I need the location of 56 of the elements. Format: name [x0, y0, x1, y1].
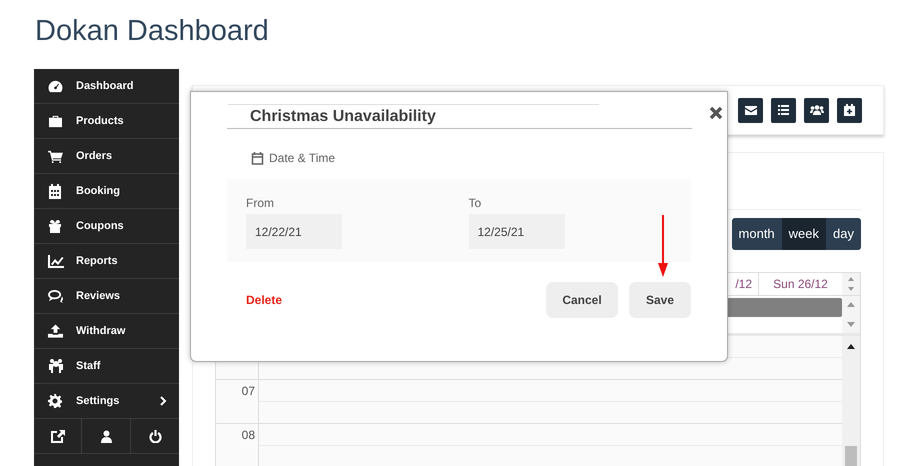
- users-icon: [810, 105, 824, 115]
- close-icon: [709, 106, 723, 120]
- arrow-annotation: [657, 215, 669, 277]
- calendar-plus-icon: [844, 104, 855, 116]
- toolbar-button[interactable]: [837, 98, 862, 122]
- close-button[interactable]: [709, 106, 723, 120]
- dialog-title: Christmas Unavailability: [250, 106, 436, 126]
- sidebar-item[interactable]: Withdraw: [34, 314, 179, 349]
- sidebar-item[interactable]: Dashboard: [34, 69, 179, 104]
- gauge-icon: [48, 80, 63, 92]
- scroll-down-icon: [847, 322, 855, 327]
- briefcase-icon: [48, 114, 63, 128]
- calendar-icon: [48, 184, 62, 198]
- power-icon: [148, 430, 162, 442]
- day-header: /12: [735, 276, 752, 293]
- line-chart-icon: [48, 254, 64, 268]
- section-label: Date & Time: [269, 150, 336, 167]
- sidebar-item[interactable]: Reviews: [34, 279, 179, 314]
- toolbar-button[interactable]: [771, 98, 796, 122]
- view-tab[interactable]: day: [826, 218, 861, 250]
- list-icon: [778, 105, 789, 115]
- sidebar-item[interactable]: Settings: [34, 384, 179, 419]
- upload-icon: [48, 324, 63, 338]
- sidebar-item[interactable]: Staff: [34, 349, 179, 384]
- sidebar-item[interactable]: Reports: [34, 244, 179, 279]
- date-field[interactable]: 12/25/21: [468, 214, 564, 249]
- sidebar-item[interactable]: Products: [34, 104, 179, 139]
- hour-label: 07: [242, 384, 255, 398]
- date-field[interactable]: 12/22/21: [246, 214, 342, 249]
- settings-icon: [48, 394, 62, 408]
- sidebar-item[interactable]: Orders: [34, 139, 179, 174]
- speech-bubbles-icon: [48, 290, 63, 302]
- view-tab[interactable]: month: [732, 218, 782, 250]
- external-link-icon: [50, 430, 64, 442]
- cancel-button[interactable]: Cancel: [546, 282, 618, 318]
- hour-label: 08: [242, 428, 255, 442]
- field-label: From: [246, 196, 275, 210]
- day-header: Sun 26/12: [773, 276, 828, 293]
- users-icon: [48, 359, 64, 373]
- scroll-arrows-icon: [847, 276, 855, 292]
- gift-icon: [48, 220, 62, 232]
- calendar-icon: [251, 151, 264, 165]
- user-icon: [100, 430, 112, 442]
- delete-link[interactable]: Delete: [246, 291, 282, 309]
- save-button[interactable]: Save: [629, 282, 691, 318]
- scroll-up-icon: [847, 344, 855, 349]
- scroll-up-icon: [847, 302, 855, 307]
- sidebar-item[interactable]: Coupons: [34, 209, 179, 244]
- field-label: To: [468, 196, 482, 210]
- cart-icon: [48, 150, 63, 162]
- sidebar-item[interactable]: Booking: [34, 174, 179, 209]
- view-tab[interactable]: week: [782, 218, 826, 250]
- toolbar-button[interactable]: [804, 98, 829, 122]
- page-title: Dokan Dashboard: [35, 14, 269, 49]
- toolbar-button[interactable]: [738, 98, 763, 122]
- envelope-icon: [744, 106, 756, 114]
